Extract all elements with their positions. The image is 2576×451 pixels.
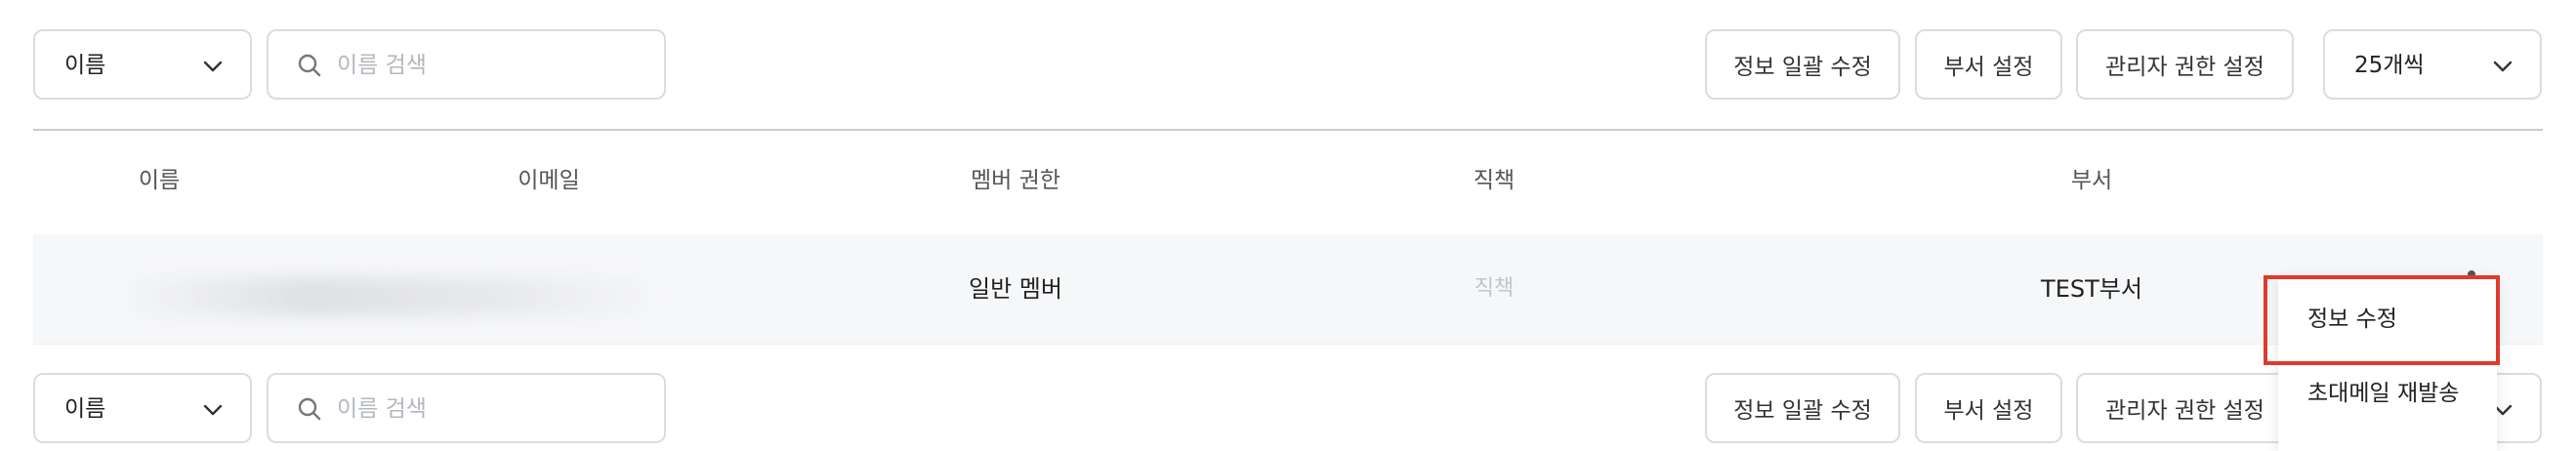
column-header-position: 직책 — [1473, 168, 1516, 193]
field-select-value: 이름 — [64, 53, 106, 78]
search-icon — [298, 397, 321, 421]
column-header-department: 부서 — [2070, 168, 2113, 193]
bulk-edit-button[interactable]: 정보 일괄 수정 — [1705, 373, 1900, 443]
column-header-member-role: 멤버 권한 — [971, 168, 1060, 193]
chevron-down-icon — [203, 404, 223, 416]
bulk-edit-button[interactable]: 정보 일괄 수정 — [1705, 29, 1900, 100]
toolbar-bottom: 이름 이름 검색 정보 일괄 수정 부서 설정 관리자 권한 설정 25개씩 — [0, 373, 2576, 447]
field-select-value: 이름 — [64, 396, 106, 422]
chevron-down-icon — [203, 61, 223, 72]
page-size-select[interactable]: 25개씩 — [2323, 29, 2542, 100]
highlight-box — [2264, 275, 2500, 365]
row-divider — [33, 344, 2543, 345]
department-setting-button[interactable]: 부서 설정 — [1915, 29, 2062, 100]
field-select[interactable]: 이름 — [33, 373, 252, 443]
search-icon — [298, 54, 321, 77]
redacted-name-email — [117, 277, 664, 316]
search-placeholder: 이름 검색 — [337, 53, 427, 78]
admin-permission-button[interactable]: 관리자 권한 설정 — [2076, 29, 2294, 100]
column-header-name: 이름 — [138, 168, 181, 193]
cell-department: TEST부서 — [2041, 275, 2142, 303]
page-size-value: 25개씩 — [2354, 53, 2425, 78]
admin-permission-button[interactable]: 관리자 권한 설정 — [2076, 373, 2294, 443]
column-header-email: 이메일 — [518, 168, 580, 193]
chevron-down-icon — [2493, 61, 2513, 72]
cell-member-role: 일반 멤버 — [969, 275, 1062, 303]
search-placeholder: 이름 검색 — [337, 396, 427, 422]
search-input[interactable]: 이름 검색 — [267, 373, 666, 443]
toolbar: 이름 이름 검색 정보 일괄 수정 부서 설정 관리자 권한 설정 25개씩 — [0, 29, 2576, 103]
menu-item-resend-invite[interactable]: 초대메일 재발송 — [2307, 379, 2459, 408]
field-select[interactable]: 이름 — [33, 29, 252, 100]
department-setting-button[interactable]: 부서 설정 — [1915, 373, 2062, 443]
cell-position: 직책 — [1474, 276, 1515, 301]
search-input[interactable]: 이름 검색 — [267, 29, 666, 100]
header-divider — [33, 129, 2543, 131]
